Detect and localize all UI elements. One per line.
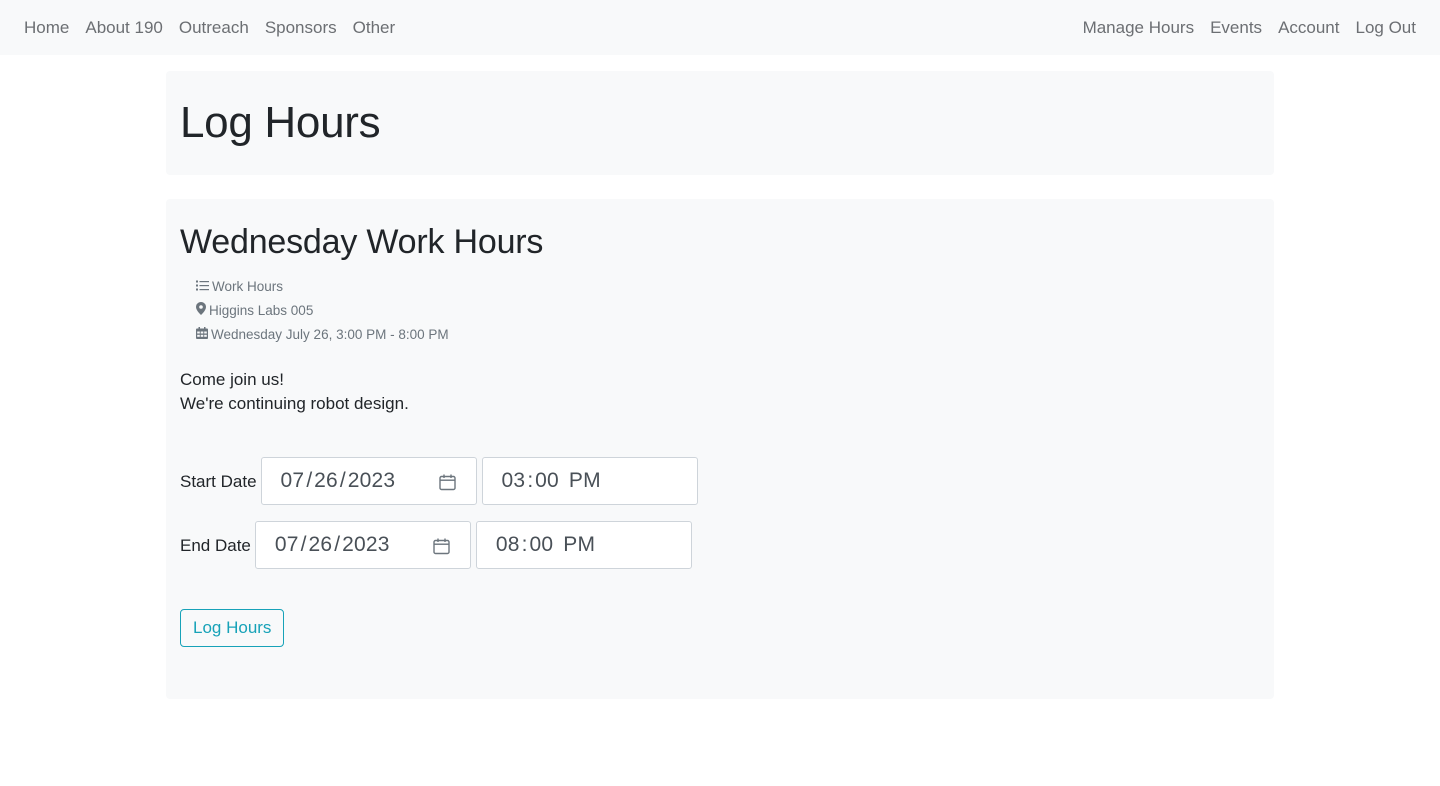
start-date-row: Start Date 07 / 26 / 2023 03 : 00 PM (180, 457, 1260, 505)
nav-sponsors-link[interactable]: Sponsors (257, 18, 345, 38)
end-ampm[interactable]: PM (563, 533, 595, 557)
end-time-input[interactable]: 08 : 00 PM (475, 521, 692, 569)
end-year[interactable]: 2023 (342, 533, 390, 557)
event-card: Wednesday Work Hours Work Hours Higgins … (166, 199, 1274, 699)
nav-about-link[interactable]: About 190 (77, 18, 171, 38)
time-separator: : (521, 533, 528, 556)
calendar-picker-icon[interactable] (433, 537, 450, 561)
event-datetime: Wednesday July 26, 3:00 PM - 8:00 PM (211, 326, 449, 342)
time-separator: : (527, 469, 534, 492)
event-datetime-row: Wednesday July 26, 3:00 PM - 8:00 PM (196, 322, 1260, 346)
start-minute[interactable]: 00 (535, 469, 559, 493)
date-separator: / (300, 533, 307, 556)
date-separator: / (306, 469, 313, 492)
event-title: Wednesday Work Hours (180, 223, 544, 261)
end-minute[interactable]: 00 (530, 533, 554, 557)
event-meta-list: Work Hours Higgins Labs 005 Wednesday Ju… (196, 274, 1260, 346)
start-day[interactable]: 26 (314, 469, 338, 493)
map-marker-icon (196, 302, 209, 318)
page-header-card: Log Hours (166, 71, 1274, 175)
start-ampm[interactable]: PM (569, 469, 601, 493)
start-month[interactable]: 07 (281, 469, 305, 493)
date-separator: / (339, 469, 346, 492)
nav-logout-link[interactable]: Log Out (1348, 18, 1425, 38)
calendar-icon (196, 326, 211, 342)
nav-outreach-link[interactable]: Outreach (171, 18, 257, 38)
start-date-label: Start Date (180, 472, 257, 491)
start-hour[interactable]: 03 (502, 469, 526, 493)
nav-right: Manage Hours Events Account Log Out (1075, 18, 1424, 38)
end-date-label: End Date (180, 536, 251, 555)
nav-events-link[interactable]: Events (1202, 18, 1270, 38)
event-category: Work Hours (212, 278, 284, 294)
start-time-input[interactable]: 03 : 00 PM (481, 457, 698, 505)
event-description-line: We're continuing robot design. (180, 394, 409, 413)
nav-other-link[interactable]: Other (345, 18, 404, 38)
page-title: Log Hours (180, 98, 381, 147)
end-day[interactable]: 26 (309, 533, 333, 557)
event-description: Come join us! We're continuing robot des… (180, 368, 1260, 416)
start-date-input[interactable]: 07 / 26 / 2023 (260, 457, 477, 505)
end-date-input[interactable]: 07 / 26 / 2023 (254, 521, 471, 569)
top-navbar: Home About 190 Outreach Sponsors Other M… (0, 0, 1440, 55)
date-separator: / (334, 533, 341, 556)
calendar-picker-icon[interactable] (438, 473, 456, 497)
nav-manage-hours-link[interactable]: Manage Hours (1075, 18, 1203, 38)
nav-account-link[interactable]: Account (1270, 18, 1347, 38)
nav-left: Home About 190 Outreach Sponsors Other (16, 18, 403, 38)
event-description-line: Come join us! (180, 370, 284, 389)
end-month[interactable]: 07 (275, 533, 299, 557)
nav-home-link[interactable]: Home (16, 18, 77, 38)
log-hours-button[interactable]: Log Hours (180, 609, 285, 647)
event-location: Higgins Labs 005 (209, 302, 314, 318)
list-icon (196, 279, 212, 294)
end-hour[interactable]: 08 (496, 533, 520, 557)
event-category-row: Work Hours (196, 274, 1260, 298)
end-date-row: End Date 07 / 26 / 2023 08 : 00 PM (180, 521, 1260, 569)
start-year[interactable]: 2023 (348, 469, 396, 493)
event-location-row: Higgins Labs 005 (196, 298, 1260, 322)
